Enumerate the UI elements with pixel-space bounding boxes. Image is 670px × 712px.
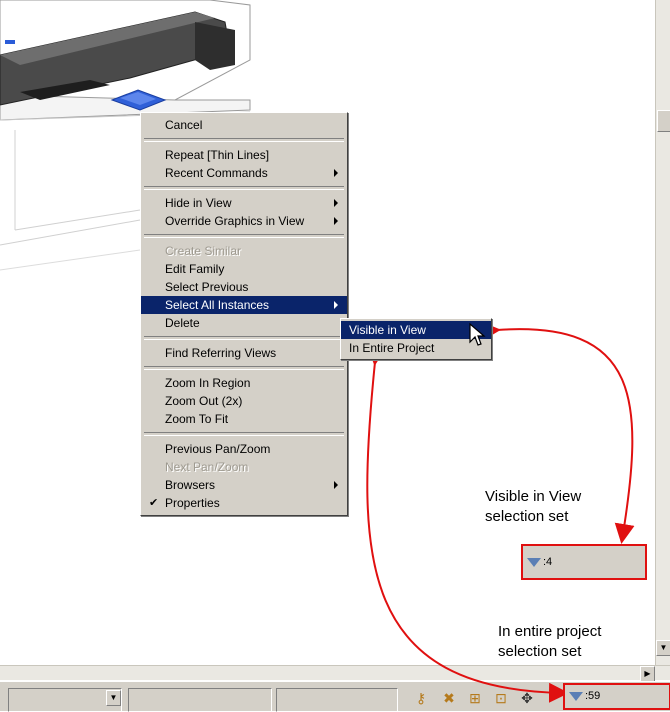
status-field <box>276 688 398 712</box>
menu-item-zoom-in-region[interactable]: Zoom In Region <box>141 374 347 392</box>
submenu-arrow-icon <box>334 217 338 225</box>
mouse-cursor-icon <box>469 322 486 346</box>
menu-item-select-all-instances[interactable]: Select All Instances <box>141 296 347 314</box>
annotation-text: In entire project <box>498 623 602 640</box>
menu-separator <box>144 432 344 436</box>
menu-item-label: Cancel <box>165 118 203 132</box>
menu-item-label: Zoom Out (2x) <box>165 394 243 408</box>
menu-item-label: Visible in View <box>349 323 426 337</box>
annotation-text: Visible in View <box>485 488 582 505</box>
drag-elements-icon[interactable]: ✥ <box>518 689 536 707</box>
status-field <box>8 688 122 712</box>
menu-item-hide-in-view[interactable]: Hide in View <box>141 194 347 212</box>
menu-item-zoom-to-fit[interactable]: Zoom To Fit <box>141 410 347 428</box>
menu-item-label: Zoom To Fit <box>165 412 229 426</box>
status-dropdown-button[interactable]: ▼ <box>106 690 121 706</box>
annotation-visible-in-view: Visible in View selection set <box>485 487 581 527</box>
menu-item-label: Recent Commands <box>165 166 268 180</box>
menu-item-recent-commands[interactable]: Recent Commands <box>141 164 347 182</box>
menu-item-edit-family[interactable]: Edit Family <box>141 260 347 278</box>
submenu-arrow-icon <box>334 301 338 309</box>
menu-item-label: Edit Family <box>165 262 225 276</box>
scroll-right-button[interactable]: ▶ <box>640 666 655 682</box>
menu-item-create-similar: Create Similar <box>141 242 347 260</box>
checkmark-icon: ✔ <box>149 497 159 509</box>
menu-item-override-graphics-in-view[interactable]: Override Graphics in View <box>141 212 347 230</box>
menu-separator <box>144 336 344 340</box>
filter-icon <box>527 558 541 567</box>
selection-count-entire-project[interactable]: :59 <box>563 683 670 710</box>
menu-item-cancel[interactable]: Cancel <box>141 116 347 134</box>
menu-item-browsers[interactable]: Browsers <box>141 476 347 494</box>
menu-item-label: Next Pan/Zoom <box>165 460 249 474</box>
menu-item-label: Repeat [Thin Lines] <box>165 148 270 162</box>
menu-item-label: Zoom In Region <box>165 376 251 390</box>
selection-count-visible-in-view[interactable]: :4 <box>521 544 647 580</box>
submenu-arrow-icon <box>334 199 338 207</box>
menu-item-label: Find Referring Views <box>165 346 277 360</box>
annotation-entire-project: In entire project selection set <box>498 622 601 662</box>
selection-count-text: :4 <box>543 556 553 568</box>
scroll-down-button[interactable]: ▼ <box>656 640 670 656</box>
menu-item-zoom-out-2x[interactable]: Zoom Out (2x) <box>141 392 347 410</box>
menu-item-label: Select All Instances <box>165 298 270 312</box>
menu-item-label: Override Graphics in View <box>165 214 305 228</box>
menu-item-properties[interactable]: ✔ Properties <box>141 494 347 512</box>
worksets-icon[interactable]: ⚷ <box>412 689 430 707</box>
menu-item-label: Select Previous <box>165 280 249 294</box>
menu-item-label: Hide in View <box>165 196 232 210</box>
annotation-text: selection set <box>498 643 582 660</box>
menu-item-label: Previous Pan/Zoom <box>165 442 271 456</box>
menu-item-find-referring-views[interactable]: Find Referring Views <box>141 344 347 362</box>
menu-item-label: Create Similar <box>165 244 242 258</box>
menu-separator <box>144 186 344 190</box>
menu-item-label: Properties <box>165 496 220 510</box>
vertical-scroll-thumb[interactable] <box>657 110 670 132</box>
vertical-scrollbar[interactable]: ▼ <box>655 0 670 668</box>
select-links-icon[interactable]: ✖ <box>440 689 458 707</box>
menu-separator <box>144 234 344 238</box>
submenu-arrow-icon <box>334 481 338 489</box>
filter-icon <box>569 692 583 701</box>
menu-item-label: Browsers <box>165 478 216 492</box>
status-field <box>128 688 272 712</box>
menu-item-repeat-thin-lines[interactable]: Repeat [Thin Lines] <box>141 146 347 164</box>
select-underlay-icon[interactable]: ⊞ <box>466 689 484 707</box>
menu-item-delete[interactable]: Delete <box>141 314 347 332</box>
annotation-text: selection set <box>485 508 569 525</box>
horizontal-scrollbar[interactable]: ▶ <box>0 665 670 682</box>
menu-separator <box>144 366 344 370</box>
menu-item-previous-pan-zoom[interactable]: Previous Pan/Zoom <box>141 440 347 458</box>
menu-item-select-previous[interactable]: Select Previous <box>141 278 347 296</box>
context-menu: Cancel Repeat [Thin Lines] Recent Commands… <box>140 112 348 516</box>
menu-item-label: In Entire Project <box>349 341 435 355</box>
selection-count-text: :59 <box>585 690 601 702</box>
submenu-arrow-icon <box>334 169 338 177</box>
menu-item-label: Delete <box>165 316 200 330</box>
menu-item-next-pan-zoom: Next Pan/Zoom <box>141 458 347 476</box>
select-pinned-icon[interactable]: ⊡ <box>492 689 510 707</box>
menu-separator <box>144 138 344 142</box>
